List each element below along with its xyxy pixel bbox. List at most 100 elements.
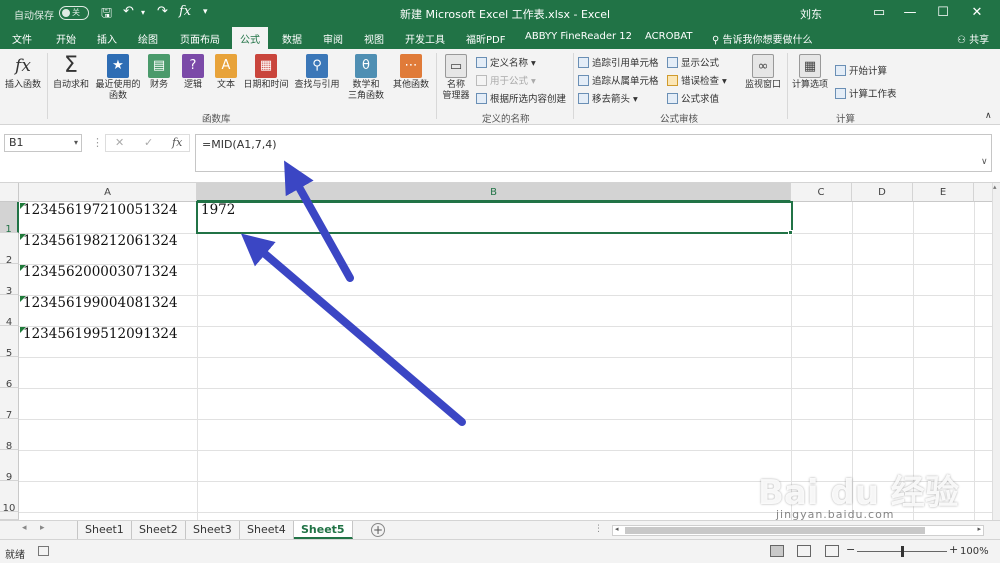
maximize-icon[interactable]: ☐ [928,2,958,24]
define-name-button[interactable]: 定义名称 ▾ [476,55,536,69]
watch-window-button[interactable]: ∞ 监视窗口 [741,54,785,91]
customize-qa-icon[interactable]: ▾ [203,7,208,17]
normal-view-icon[interactable] [770,545,784,557]
tab-formulas[interactable]: 公式 [232,27,268,49]
prev-sheet-icon[interactable]: ◂ [22,523,27,533]
share-button[interactable]: ⚇ 共享 [957,31,989,46]
math-trig-button[interactable]: θ 数学和 三角函数 [343,54,389,102]
row-header-1[interactable]: 1 [0,202,19,235]
cell-a1[interactable]: 123456197210051324 [23,202,178,218]
next-sheet-icon[interactable]: ▸ [40,523,45,533]
select-all-corner[interactable] [0,183,19,202]
show-formulas-button[interactable]: 显示公式 [667,55,719,69]
create-from-selection-button[interactable]: 根据所选内容创建 [476,91,566,105]
cancel-icon[interactable]: ✕ [115,136,124,149]
row-header-6[interactable]: 6 [0,357,19,390]
insert-function-button[interactable]: fx 插入函数 [3,54,43,91]
minimize-icon[interactable]: — [895,2,925,24]
vertical-scrollbar[interactable]: ▴ [992,183,1000,520]
scroll-up-icon[interactable]: ▴ [993,183,997,191]
autosum-button[interactable]: Σ 自动求和 [50,54,92,91]
trace-precedents-button[interactable]: 追踪引用单元格 [578,55,659,69]
name-manager-button[interactable]: ▭ 名称 管理器 [439,54,473,102]
row-header-2[interactable]: 2 [0,233,19,266]
tab-foxit-pdf[interactable]: 福昕PDF [466,31,505,46]
scroll-right-icon[interactable]: ▸ [977,525,981,533]
datetime-button[interactable]: ▦ 日期和时间 [241,54,291,91]
scroll-left-icon[interactable]: ◂ [615,525,619,533]
recent-functions-button[interactable]: ★ 最近使用的 函数 [92,54,144,102]
tab-data[interactable]: 数据 [282,31,302,46]
autosave-toggle[interactable]: 关 [59,6,89,20]
row-header-11[interactable] [0,512,19,520]
column-header-d[interactable]: D [852,183,913,202]
tab-acrobat[interactable]: ACROBAT [645,31,693,42]
column-header-e[interactable]: E [913,183,974,202]
name-box[interactable]: B1 ▾ [4,134,82,152]
sheet-tab-5[interactable]: Sheet5 [294,521,353,539]
horizontal-scrollbar[interactable]: ◂ ▸ [612,525,984,536]
row-header-7[interactable]: 7 [0,388,19,421]
user-name[interactable]: 刘东 [800,6,822,22]
macro-record-icon[interactable] [38,546,49,556]
calculate-now-button[interactable]: 开始计算 [835,63,887,77]
column-header-c[interactable]: C [791,183,852,202]
trace-dependents-button[interactable]: 追踪从属单元格 [578,73,659,87]
insert-function-qa-icon[interactable]: fx [179,4,191,19]
cell-a2[interactable]: 123456198212061324 [23,233,178,249]
tab-home[interactable]: 开始 [56,31,76,46]
undo-icon[interactable]: ↶ [123,4,134,19]
undo-dropdown-icon[interactable]: ▾ [141,8,145,17]
redo-icon[interactable]: ↷ [157,4,168,19]
zoom-in-icon[interactable]: + [949,543,958,556]
lookup-button[interactable]: ⚲ 查找与引用 [292,54,342,91]
text-button[interactable]: A 文本 [213,54,239,91]
name-box-dropdown-icon[interactable]: ▾ [74,135,78,151]
zoom-out-icon[interactable]: − [846,543,855,556]
ribbon-display-icon[interactable]: ▭ [864,2,894,24]
tab-review[interactable]: 审阅 [323,31,343,46]
save-icon[interactable]: 🖫 [101,4,112,26]
add-sheet-icon[interactable]: + [371,523,385,537]
tab-insert[interactable]: 插入 [97,31,117,46]
more-functions-button[interactable]: ⋯ 其他函数 [389,54,433,91]
expand-formula-icon[interactable]: ∨ [981,157,988,167]
insert-function-fx-icon[interactable]: fx [172,136,182,149]
zoom-slider-thumb[interactable] [901,546,904,557]
tab-file[interactable]: 文件 [12,31,32,46]
column-header-b[interactable]: B [197,183,791,202]
tab-draw[interactable]: 绘图 [138,31,158,46]
cell-a3[interactable]: 123456200003071324 [23,264,178,280]
sheet-tab-1[interactable]: Sheet1 [78,521,132,539]
row-header-5[interactable]: 5 [0,326,19,359]
sheet-tab-2[interactable]: Sheet2 [132,521,186,539]
scroll-thumb[interactable] [625,527,925,534]
row-header-10[interactable]: 10 [0,481,19,514]
tab-abbyy[interactable]: ABBYY FineReader 12 [525,31,632,42]
sheet-tab-3[interactable]: Sheet3 [186,521,240,539]
row-header-3[interactable]: 3 [0,264,19,297]
fill-handle[interactable] [788,230,793,235]
cell-a4[interactable]: 123456199004081324 [23,295,178,311]
tell-me-box[interactable]: ⚲ 告诉我你想要做什么 [712,31,813,46]
row-header-9[interactable]: 9 [0,450,19,483]
row-header-4[interactable]: 4 [0,295,19,328]
zoom-level[interactable]: 100% [960,546,989,557]
calc-options-button[interactable]: ▦ 计算选项 [790,54,830,91]
calculate-sheet-button[interactable]: 计算工作表 [835,86,897,100]
cell-a5[interactable]: 123456199512091324 [23,326,178,342]
tab-split-icon[interactable]: ⋮ [594,524,603,534]
tab-page-layout[interactable]: 页面布局 [180,31,220,46]
tab-developer[interactable]: 开发工具 [405,31,445,46]
row-header-8[interactable]: 8 [0,419,19,452]
close-icon[interactable]: ✕ [962,2,992,24]
enter-icon[interactable]: ✓ [144,136,153,149]
tab-view[interactable]: 视图 [364,31,384,46]
sheet-tab-4[interactable]: Sheet4 [240,521,294,539]
remove-arrows-button[interactable]: 移去箭头 ▾ [578,91,638,105]
evaluate-formula-button[interactable]: 公式求值 [667,91,719,105]
column-header-a[interactable]: A [19,183,197,202]
error-checking-button[interactable]: 错误检查 ▾ [667,73,727,87]
financial-button[interactable]: ▤ 财务 [146,54,172,91]
page-break-view-icon[interactable] [825,545,839,557]
